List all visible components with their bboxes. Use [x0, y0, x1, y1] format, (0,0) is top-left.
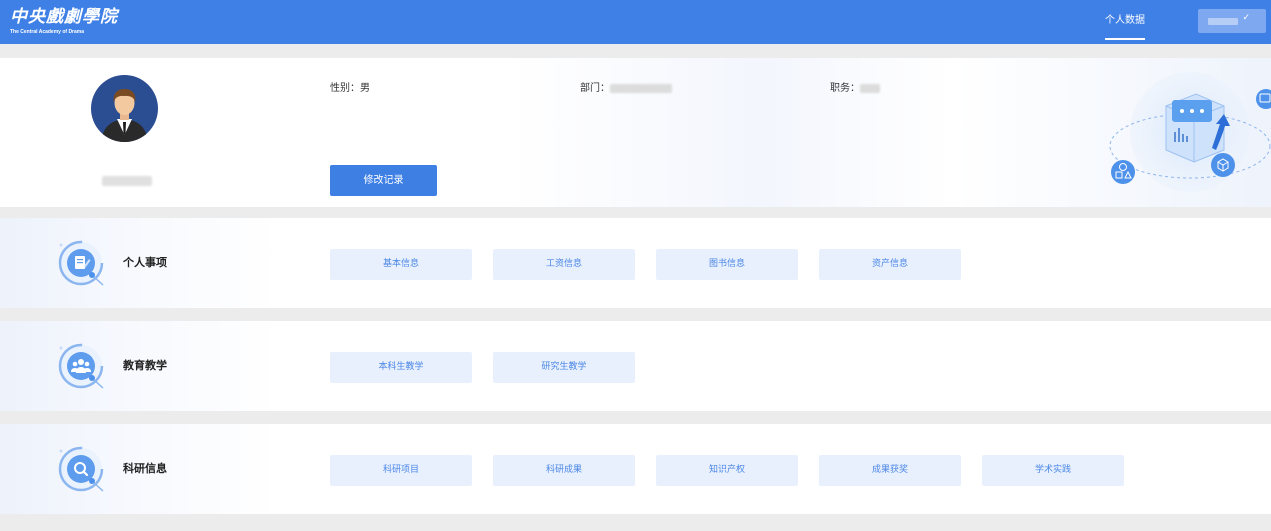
gender-value: 男 — [360, 83, 370, 94]
top-bar: 中央戲劇學院 The Central Academy of Drama 个人数据… — [0, 0, 1271, 44]
research-results-button[interactable]: 科研成果 — [493, 455, 635, 486]
search-icon — [58, 446, 104, 492]
logo-chinese-text: 中央戲劇學院 — [10, 7, 118, 27]
position-value-redacted — [860, 83, 880, 93]
user-menu-button[interactable]: ✓ — [1198, 9, 1266, 33]
edit-history-button[interactable]: 修改记录 — [330, 165, 437, 196]
research-projects-button[interactable]: 科研项目 — [330, 455, 472, 486]
active-tab-indicator — [1105, 38, 1145, 40]
awards-button[interactable]: 成果获奖 — [819, 455, 961, 486]
tab-personal-data[interactable]: 个人数据 — [1101, 0, 1149, 44]
graduate-teaching-button[interactable]: 研究生教学 — [493, 352, 635, 383]
department-label: 部门： — [580, 83, 610, 94]
section-title: 个人事项 — [123, 256, 167, 269]
section-education-teaching: 教育教学 本科生教学 研究生教学 — [0, 321, 1271, 411]
salary-info-button[interactable]: 工资信息 — [493, 249, 635, 280]
gender-field: 性别：男 — [330, 79, 370, 94]
gender-label: 性别： — [330, 83, 360, 94]
avatar-person-icon — [101, 89, 148, 142]
department-value-redacted — [610, 83, 672, 93]
school-logo[interactable]: 中央戲劇學院 The Central Academy of Drama — [10, 8, 118, 36]
profile-panel: 性别：男 部门： 职务： 修改记录 — [0, 58, 1271, 207]
avatar — [91, 75, 158, 142]
library-info-button[interactable]: 图书信息 — [656, 249, 798, 280]
undergraduate-teaching-button[interactable]: 本科生教学 — [330, 352, 472, 383]
user-name-redacted — [102, 176, 152, 186]
data-illustration-icon — [1109, 72, 1271, 192]
section-title: 教育教学 — [123, 359, 167, 372]
people-icon — [58, 343, 104, 389]
tab-personal-data-label: 个人数据 — [1105, 15, 1145, 26]
document-icon — [58, 240, 104, 286]
department-field: 部门： — [580, 79, 672, 94]
position-label: 职务： — [830, 83, 860, 94]
section-title: 科研信息 — [123, 462, 167, 475]
section-personal-affairs: 个人事项 基本信息 工资信息 图书信息 资产信息 — [0, 218, 1271, 308]
asset-info-button[interactable]: 资产信息 — [819, 249, 961, 280]
check-icon: ✓ — [1242, 13, 1250, 23]
user-name-redacted — [1208, 18, 1238, 25]
intellectual-property-button[interactable]: 知识产权 — [656, 455, 798, 486]
logo-english-text: The Central Academy of Drama — [10, 29, 85, 35]
section-research-info: 科研信息 科研项目 科研成果 知识产权 成果获奖 学术实践 — [0, 424, 1271, 514]
basic-info-button[interactable]: 基本信息 — [330, 249, 472, 280]
academic-practice-button[interactable]: 学术实践 — [982, 455, 1124, 486]
position-field: 职务： — [830, 79, 880, 94]
